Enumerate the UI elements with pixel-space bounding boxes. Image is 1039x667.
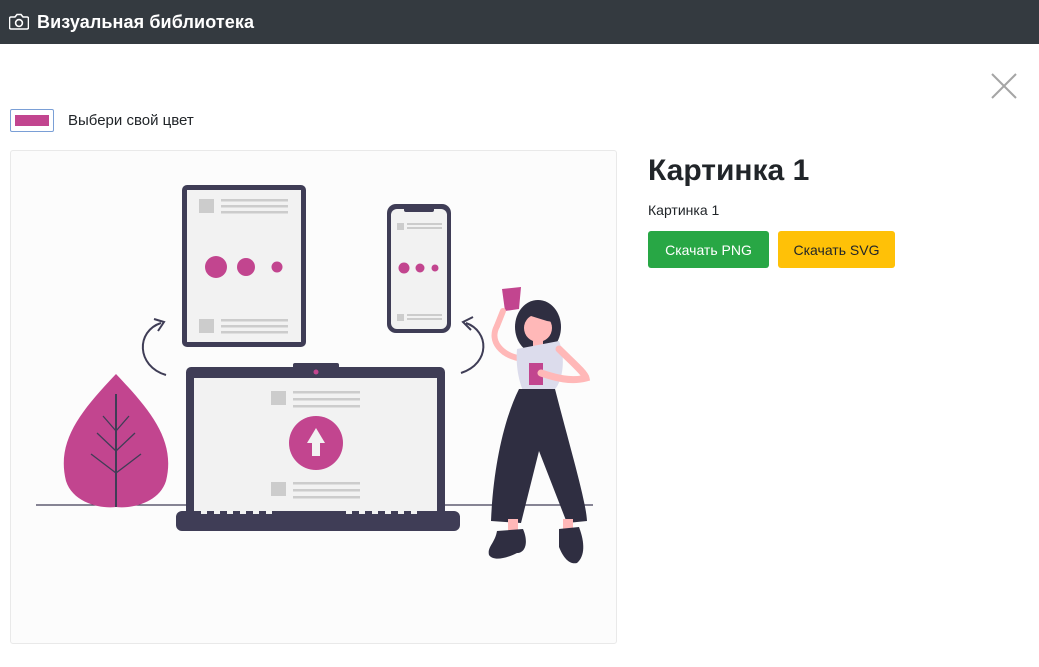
color-swatch bbox=[15, 115, 49, 126]
woman-figure bbox=[488, 287, 591, 564]
color-picker-label: Выбери свой цвет bbox=[68, 112, 194, 129]
camera-icon bbox=[9, 12, 29, 32]
download-buttons: Скачать PNG Скачать SVG bbox=[648, 231, 895, 268]
image-subtitle: Картинка 1 bbox=[648, 202, 720, 218]
image-preview bbox=[10, 150, 617, 644]
color-picker-row: Выбери свой цвет bbox=[10, 109, 194, 132]
close-icon bbox=[991, 73, 1017, 99]
color-picker-input[interactable] bbox=[10, 109, 54, 132]
laptop-device bbox=[176, 363, 460, 531]
leaf-plant bbox=[63, 374, 169, 508]
image-title: Картинка 1 bbox=[648, 154, 810, 187]
close-button[interactable] bbox=[988, 70, 1020, 102]
download-svg-button[interactable]: Скачать SVG bbox=[778, 231, 895, 268]
navbar: Визуальная библиотека bbox=[0, 0, 1039, 44]
navbar-brand[interactable]: Визуальная библиотека bbox=[37, 12, 254, 33]
illustration bbox=[36, 185, 593, 564]
download-png-button[interactable]: Скачать PNG bbox=[648, 231, 769, 268]
phone-device bbox=[387, 204, 451, 333]
image-details: Картинка 1 Картинка 1 Скачать PNG Скачат… bbox=[648, 150, 895, 268]
tablet-device bbox=[182, 185, 306, 347]
